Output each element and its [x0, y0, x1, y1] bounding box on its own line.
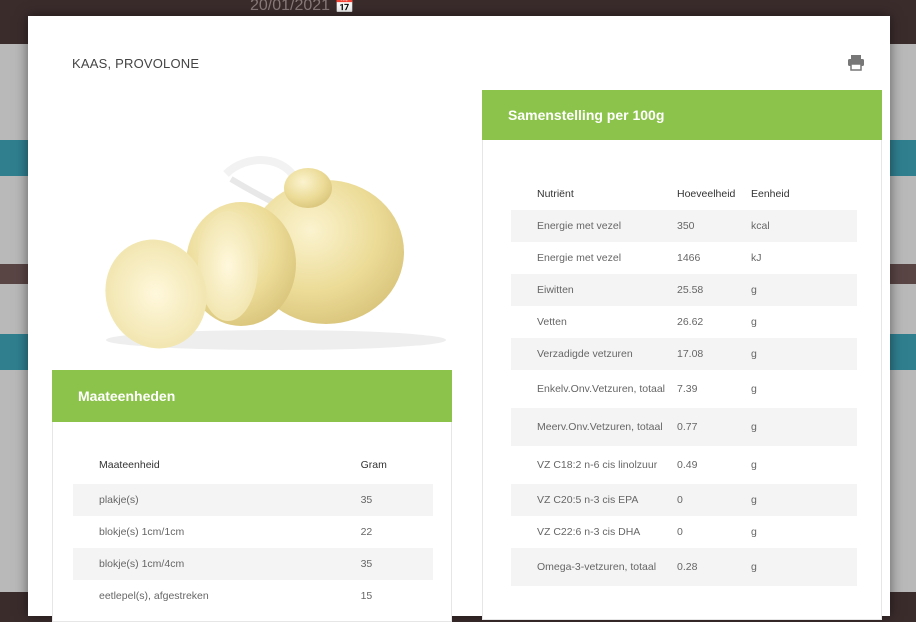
- table-row: Enkelv.Onv.Vetzuren, totaal 7.39 g: [511, 370, 857, 408]
- table-row: VZ C22:6 n-3 cis DHA 0 g: [511, 516, 857, 548]
- unit-gram: 15: [360, 590, 373, 602]
- nutrient-unit: g: [745, 274, 857, 306]
- nutrient-amount: 25.58: [671, 274, 745, 306]
- composition-table: Nutriënt Hoeveelheid Eenheid Energie met…: [511, 178, 857, 586]
- unit-name: blokje(s) 1cm/4cm: [73, 548, 339, 580]
- nutrient-name: Eiwitten: [511, 274, 671, 306]
- column-header: Nutriënt: [537, 188, 574, 200]
- nutrient-amount: 0: [671, 484, 745, 516]
- units-header: Maateenheden: [52, 370, 452, 422]
- nutrient-unit: g: [751, 526, 757, 538]
- table-row: Omega-3-vetzuren, totaal 0.28 g: [511, 548, 857, 586]
- table-row: VZ C20:5 n-3 cis EPA 0 g: [511, 484, 857, 516]
- printer-icon[interactable]: [846, 54, 866, 72]
- nutrient-name: Energie met vezel: [511, 210, 671, 242]
- nutrient-amount: 0.49: [677, 459, 698, 471]
- nutrient-unit: kcal: [745, 210, 857, 242]
- nutrient-unit: g: [745, 548, 857, 586]
- nutrient-name: Energie met vezel: [537, 252, 622, 264]
- table-row: eetlepel(s), afgestreken 15: [73, 580, 433, 612]
- table-row: Verzadigde vetzuren 17.08 g: [511, 338, 857, 370]
- units-table: Maateenheid Gram plakje(s) 35 blokje(s) …: [73, 446, 433, 612]
- nutrient-amount: 17.08: [671, 338, 745, 370]
- units-card: Maateenheid Gram plakje(s) 35 blokje(s) …: [52, 422, 452, 622]
- table-row: Meerv.Onv.Vetzuren, totaal 0.77 g: [511, 408, 857, 446]
- product-image: [105, 156, 446, 350]
- column-header: Hoeveelheid: [677, 188, 736, 200]
- nutrient-name: Vetten: [537, 316, 567, 328]
- composition-card: Nutriënt Hoeveelheid Eenheid Energie met…: [482, 140, 882, 620]
- unit-gram: 35: [338, 548, 433, 580]
- table-row: blokje(s) 1cm/4cm 35: [73, 548, 433, 580]
- table-row: Energie met vezel 350 kcal: [511, 210, 857, 242]
- nutrient-unit: g: [745, 338, 857, 370]
- table-row: Vetten 26.62 g: [511, 306, 857, 338]
- column-header: Gram: [360, 459, 387, 471]
- table-row: VZ C18:2 n-6 cis linolzuur 0.49 g: [511, 446, 857, 484]
- column-header: Eenheid: [751, 188, 790, 200]
- nutrient-unit: g: [745, 484, 857, 516]
- nutrient-amount: 0.28: [671, 548, 745, 586]
- column-header: Maateenheid: [99, 459, 160, 471]
- nutrient-name: VZ C18:2 n-6 cis linolzuur: [537, 459, 658, 471]
- product-detail-modal: KAAS, PROVOLONE Maateenheden Maateenheid…: [28, 16, 890, 622]
- unit-gram: 22: [360, 526, 373, 538]
- nutrient-amount: 7.39: [677, 383, 698, 395]
- nutrient-amount: 0.77: [671, 408, 745, 446]
- unit-gram: 35: [338, 484, 433, 516]
- nutrient-unit: g: [745, 408, 857, 446]
- nutrient-name: Meerv.Onv.Vetzuren, totaal: [511, 408, 671, 446]
- table-row: Energie met vezel 1466 kJ: [511, 242, 857, 274]
- nutrient-name: Omega-3-vetzuren, totaal: [511, 548, 671, 586]
- nutrient-name: Enkelv.Onv.Vetzuren, totaal: [537, 383, 666, 395]
- table-row: blokje(s) 1cm/1cm 22: [73, 516, 433, 548]
- modal-title: KAAS, PROVOLONE: [72, 56, 200, 71]
- unit-name: blokje(s) 1cm/1cm: [99, 526, 185, 538]
- nutrient-unit: kJ: [751, 252, 762, 264]
- composition-header: Samenstelling per 100g: [482, 90, 882, 140]
- table-row: Eiwitten 25.58 g: [511, 274, 857, 306]
- nutrient-amount: 1466: [677, 252, 701, 264]
- table-row: plakje(s) 35: [73, 484, 433, 516]
- nutrient-name: VZ C20:5 n-3 cis EPA: [511, 484, 671, 516]
- unit-name: plakje(s): [73, 484, 339, 516]
- nutrient-unit: g: [751, 459, 757, 471]
- nutrient-name: Verzadigde vetzuren: [511, 338, 671, 370]
- nutrient-amount: 0: [677, 526, 683, 538]
- nutrient-name: VZ C22:6 n-3 cis DHA: [537, 526, 641, 538]
- unit-name: eetlepel(s), afgestreken: [99, 590, 209, 602]
- nutrient-unit: g: [751, 383, 757, 395]
- nutrient-amount: 350: [671, 210, 745, 242]
- background-date: 20/01/2021 📅: [250, 0, 355, 14]
- nutrient-unit: g: [751, 316, 757, 328]
- nutrient-amount: 26.62: [677, 316, 704, 328]
